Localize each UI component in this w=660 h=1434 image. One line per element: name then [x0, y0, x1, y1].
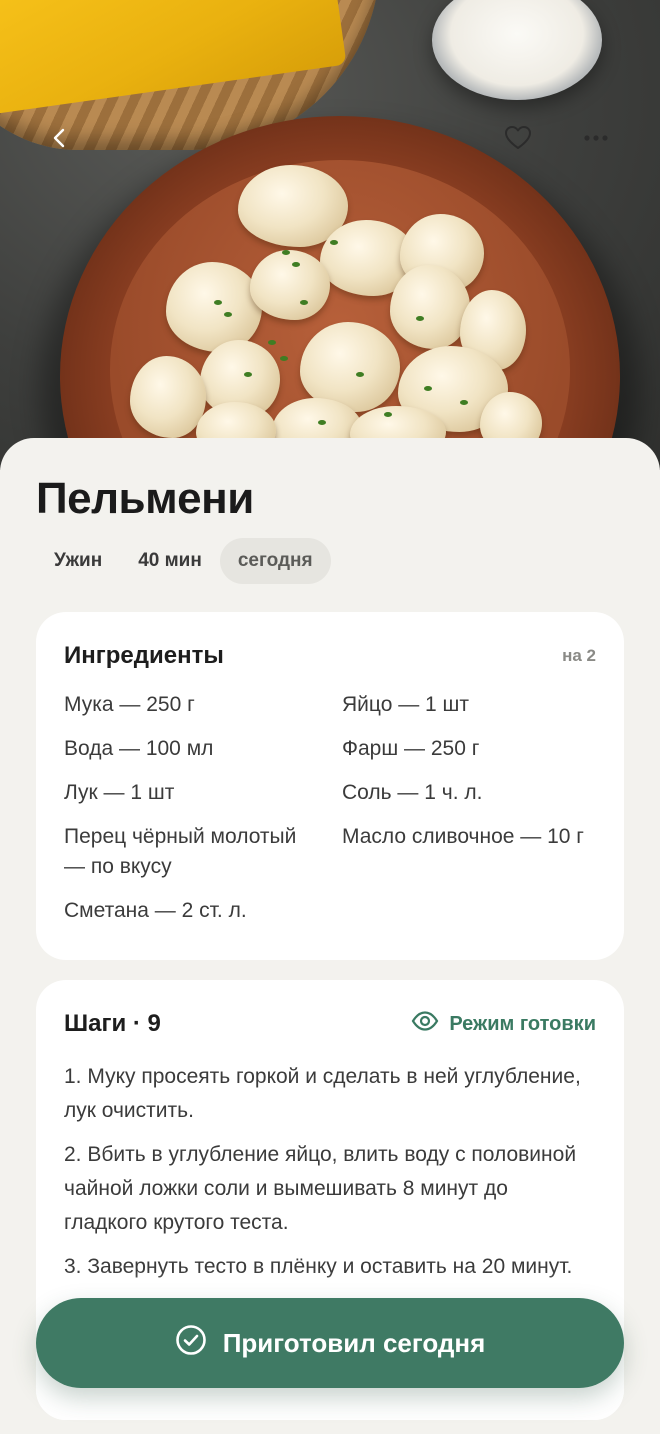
ingredient-item: Мука — 250 г: [64, 693, 195, 716]
step-item: 1. Муку просеять горкой и сделать в ней …: [64, 1065, 581, 1122]
ingredients-list: Мука — 250 г Яйцо — 1 шт Вода — 100 мл Ф…: [64, 690, 604, 926]
ingredient-item: Соль — 1 ч. л.: [342, 781, 483, 804]
more-dots-icon[interactable]: [578, 120, 614, 156]
ingredient-item: Вода — 100 мл: [64, 737, 214, 760]
date-chip[interactable]: сегодня: [219, 538, 331, 584]
cooked-today-label: Приготовил сегодня: [222, 1327, 486, 1358]
sour-cream-bowl: [432, 0, 602, 100]
ingredient-item: Фарш — 250 г: [342, 737, 480, 760]
heart-icon[interactable]: [500, 120, 536, 156]
ingredient-item: Масло сливочное — 10 г: [342, 825, 584, 848]
cook-time-chip: 40 мин: [138, 550, 202, 571]
ingredient-item: Сметана — 2 ст. л.: [64, 899, 247, 922]
dumpling: [130, 356, 206, 438]
check-circle-icon: [175, 1324, 207, 1363]
step-item: 2. Вбить в углубление яйцо, влить воду с…: [64, 1143, 577, 1234]
servings-label[interactable]: на 2: [562, 646, 596, 666]
dumpling: [390, 265, 470, 349]
recipe-title: Пельмени: [36, 474, 254, 523]
ingredient-item: Перец чёрный молотый — по вкусу: [64, 825, 297, 878]
eye-icon: [411, 1011, 439, 1037]
ingredients-card: Ингредиенты на 2 Мука — 250 г Яйцо — 1 ш…: [36, 612, 624, 960]
steps-list: 1. Муку просеять горкой и сделать в ней …: [64, 1060, 584, 1294]
back-arrow-icon[interactable]: [42, 120, 78, 156]
cooked-today-button[interactable]: Приготовил сегодня: [36, 1298, 624, 1388]
ingredients-title: Ингредиенты: [64, 642, 224, 669]
recipe-meta: Ужин 40 мин сегодня: [36, 538, 331, 584]
steps-title: Шаги · 9: [64, 1010, 161, 1037]
ingredient-item: Лук — 1 шт: [64, 781, 175, 804]
dumpling: [250, 250, 330, 320]
dumpling: [166, 262, 262, 352]
cook-mode-label: Режим готовки: [449, 1012, 596, 1035]
meal-type-chip: Ужин: [54, 550, 103, 571]
recipe-sheet: Пельмени Ужин 40 мин сегодня Ингредиенты…: [0, 438, 660, 1434]
recipe-photo: [0, 0, 660, 470]
ingredient-item: Яйцо — 1 шт: [342, 693, 470, 716]
cook-mode-button[interactable]: Режим готовки: [411, 1011, 596, 1037]
